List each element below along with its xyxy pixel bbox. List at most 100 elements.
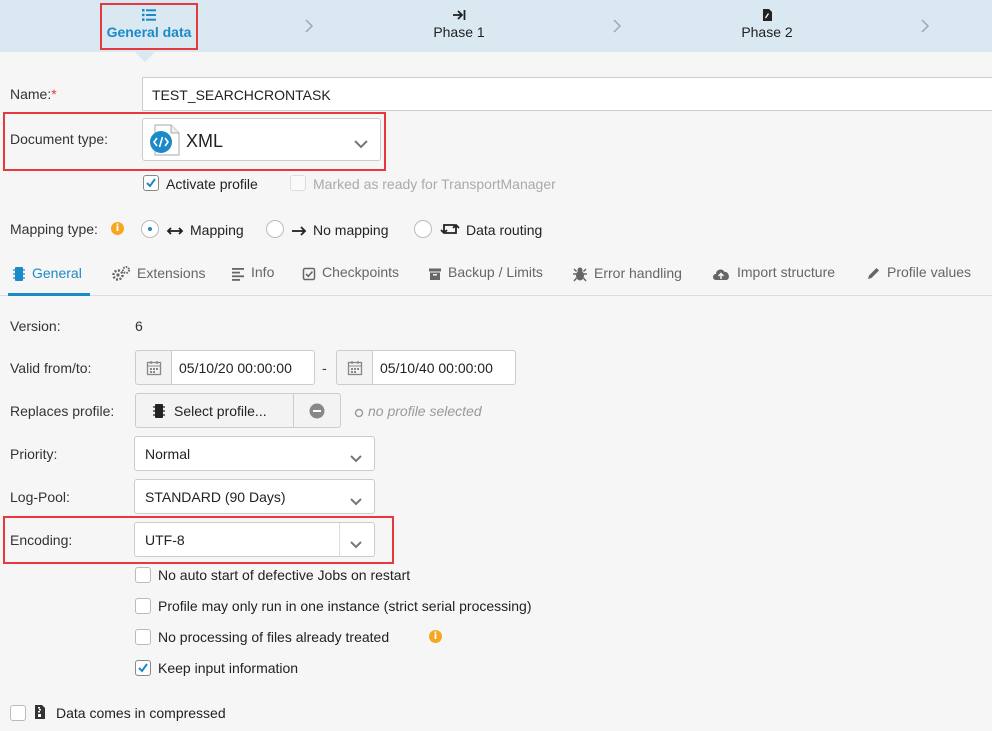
name-label: Name:*: [10, 86, 57, 102]
tab-label: Extensions: [137, 265, 206, 281]
no-auto-start-checkbox[interactable]: [135, 567, 151, 583]
tab-label: Checkpoints: [322, 264, 400, 280]
radio-no-mapping[interactable]: [266, 220, 284, 238]
minus-circle-icon: [309, 403, 325, 422]
valid-from-calendar-button[interactable]: [135, 350, 172, 385]
tab-label: Profile values: [887, 264, 972, 280]
chevron-right-icon: [304, 18, 314, 34]
one-instance-checkbox[interactable]: [135, 598, 151, 614]
file-zip-icon: [34, 704, 46, 723]
chevron-right-icon: [920, 18, 930, 34]
mapping-option-label: No mapping: [313, 222, 389, 238]
option-label: No auto start of defective Jobs on resta…: [158, 567, 411, 583]
option-label: No processing of files already treated: [158, 629, 390, 645]
mapping-option-label: Data routing: [466, 222, 543, 238]
tab-general[interactable]: General: [12, 265, 82, 296]
no-processing-treated-checkbox[interactable]: [135, 629, 151, 645]
two-way-arrow-icon: [166, 224, 184, 240]
align-left-icon: [231, 267, 245, 284]
select-profile-button[interactable]: Select profile...: [135, 393, 294, 428]
phase-1[interactable]: Phase 1: [410, 0, 508, 52]
xml-file-icon: [147, 123, 181, 160]
log-pool-label: Log-Pool:: [10, 489, 70, 505]
chevron-down-icon: [349, 536, 363, 552]
checkmark-icon: [138, 663, 148, 673]
compressed-label: Data comes in compressed: [56, 705, 226, 721]
log-pool-value: STANDARD (90 Days): [145, 489, 286, 505]
tab-general-label: General: [32, 265, 82, 281]
valid-to-value: 05/10/40 00:00:00: [380, 360, 493, 376]
circle-icon: [354, 405, 364, 421]
version-value: 6: [135, 318, 143, 334]
select-profile-label: Select profile...: [174, 403, 267, 419]
cogs-icon: [111, 266, 131, 285]
tab-backup-limits[interactable]: Backup / Limits: [428, 264, 543, 296]
archive-icon: [428, 267, 442, 284]
chevron-down-icon: [349, 493, 363, 509]
chevron-down-icon: [353, 136, 368, 149]
keep-input-checkbox[interactable]: [135, 660, 151, 676]
tab-label: Info: [251, 264, 275, 280]
chevron-right-icon: [612, 18, 622, 34]
transport-manager-label: Marked as ready for TransportManager: [313, 176, 556, 192]
priority-label: Priority:: [10, 446, 58, 462]
encoding-value: UTF-8: [145, 532, 185, 548]
check-square-icon: [302, 267, 316, 284]
valid-from-to-label: Valid from/to:: [10, 360, 92, 376]
radio-data-routing[interactable]: [414, 220, 432, 238]
pencil-icon: [866, 266, 881, 284]
info-icon[interactable]: i: [111, 222, 124, 235]
chip-icon: [152, 403, 166, 422]
tab-label: Backup / Limits: [448, 264, 543, 280]
replaces-profile-label: Replaces profile:: [10, 403, 115, 419]
priority-select[interactable]: Normal: [134, 436, 375, 471]
log-pool-select[interactable]: STANDARD (90 Days): [134, 479, 375, 514]
valid-from-input[interactable]: 05/10/20 00:00:00: [171, 350, 315, 385]
tab-error-handling[interactable]: Error handling: [572, 265, 682, 296]
checkmark-icon: [146, 178, 156, 188]
transport-manager-checkbox[interactable]: [290, 175, 306, 191]
name-label-text: Name:: [10, 86, 52, 102]
radio-mapping[interactable]: [141, 220, 159, 238]
activate-profile-checkbox[interactable]: [143, 175, 159, 191]
no-profile-selected-text: no profile selected: [368, 403, 482, 419]
document-type-select[interactable]: XML: [142, 118, 381, 161]
clear-profile-button[interactable]: [293, 393, 341, 428]
valid-to-input[interactable]: 05/10/40 00:00:00: [372, 350, 516, 385]
calendar-icon: [347, 361, 363, 376]
calendar-icon: [146, 361, 162, 376]
bug-icon: [572, 266, 588, 285]
mapping-type-label: Mapping type:: [10, 221, 98, 237]
chip-icon: [12, 266, 26, 285]
tab-info[interactable]: Info: [231, 264, 275, 296]
tab-profile-values[interactable]: Profile values: [866, 264, 972, 296]
info-icon[interactable]: i: [429, 630, 442, 643]
activate-profile-label: Activate profile: [166, 176, 258, 192]
document-type-value: XML: [186, 131, 224, 151]
option-label: Profile may only run in one instance (st…: [158, 598, 532, 614]
select-divider: [339, 523, 340, 556]
phase-label: Phase 2: [741, 24, 793, 40]
tab-checkpoints[interactable]: Checkpoints: [302, 264, 400, 296]
tab-extensions[interactable]: Extensions: [111, 265, 206, 296]
date-separator: -: [322, 360, 327, 376]
active-phase-pointer: [135, 52, 155, 62]
tab-label: Error handling: [594, 265, 682, 281]
priority-value: Normal: [145, 446, 191, 462]
mapping-option-label: Mapping: [190, 222, 244, 238]
document-type-label: Document type:: [10, 131, 109, 147]
phase-label: Phase 1: [433, 24, 485, 40]
compressed-checkbox[interactable]: [10, 705, 26, 721]
valid-from-value: 05/10/20 00:00:00: [179, 360, 292, 376]
highlight-general-data: [100, 3, 198, 50]
version-label: Version:: [10, 318, 61, 334]
tab-label: Import structure: [737, 264, 836, 280]
encoding-select[interactable]: UTF-8: [134, 522, 375, 557]
encoding-label: Encoding:: [10, 532, 73, 548]
name-input[interactable]: TEST_SEARCHCRONTASK: [142, 77, 992, 111]
valid-to-calendar-button[interactable]: [336, 350, 373, 385]
phase-2[interactable]: Phase 2: [718, 0, 816, 52]
chevron-down-icon: [349, 450, 363, 466]
cloud-upload-icon: [711, 267, 731, 284]
tab-import-structure[interactable]: Import structure: [711, 264, 836, 296]
